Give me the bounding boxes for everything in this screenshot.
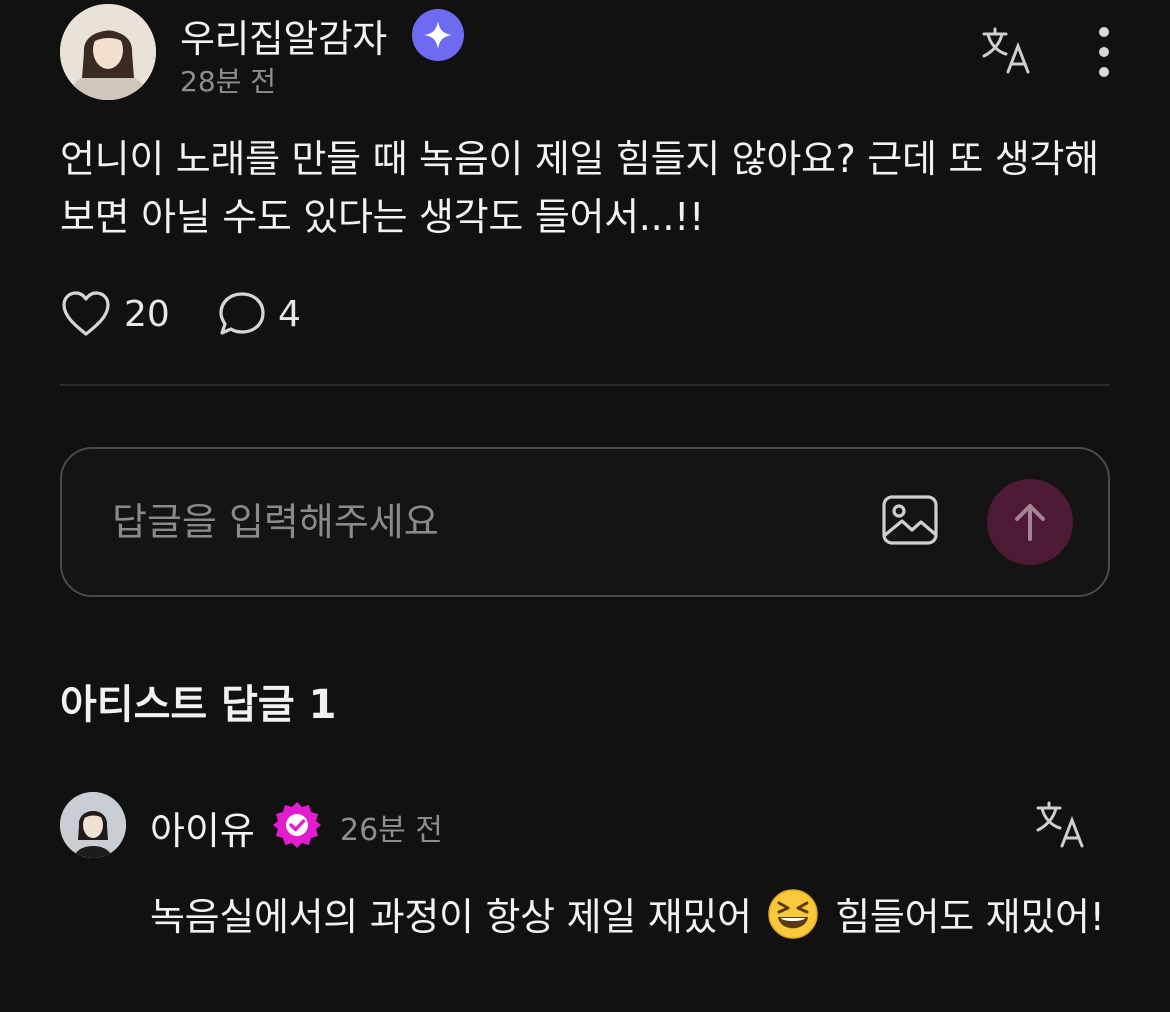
more-options-button[interactable] (1084, 22, 1124, 82)
artist-reply-timestamp: 26분 전 (340, 813, 443, 848)
author-name[interactable]: 우리집알감자 (180, 8, 387, 63)
divider (60, 384, 1110, 386)
artist-reply-text: 녹음실에서의 과정이 항상 제일 재밌어 힘들어도 재밌어! (150, 888, 1120, 946)
send-reply-button[interactable] (987, 479, 1073, 565)
sparkle-badge-icon (412, 9, 464, 61)
verified-badge-icon (272, 800, 322, 850)
post-timestamp: 28분 전 (180, 65, 277, 98)
comment-count: 4 (278, 293, 301, 335)
post-header: 우리집알감자 28분 전 (60, 2, 1120, 102)
more-vertical-icon (1099, 27, 1109, 77)
translate-button[interactable] (980, 24, 1034, 78)
like-count: 20 (124, 293, 170, 335)
reply-composer (60, 447, 1110, 597)
artist-name[interactable]: 아이유 (150, 800, 255, 855)
artist-avatar[interactable] (60, 792, 126, 858)
heart-icon (62, 291, 110, 336)
like-button[interactable]: 20 (60, 286, 170, 342)
post-actions: 20 4 (60, 286, 460, 342)
reply-input[interactable] (112, 489, 812, 555)
post-detail-page: 우리집알감자 28분 전 언니이 노래를 만들 때 녹음이 제일 힘들지 않아요… (0, 0, 1170, 1012)
arrow-up-icon (1015, 504, 1045, 541)
attach-image-button[interactable] (880, 491, 940, 551)
artist-reply-text-start: 녹음실에서의 과정이 항상 제일 재밌어 (150, 895, 752, 939)
post-body: 언니이 노래를 만들 때 녹음이 제일 힘들지 않아요? 근데 또 생각해보면 … (60, 137, 1099, 239)
grinning-squinting-face-emoji (768, 889, 819, 939)
translate-icon (982, 27, 1030, 74)
author-avatar[interactable] (60, 4, 156, 100)
translate-reply-button[interactable] (1034, 798, 1088, 852)
comment-button[interactable]: 4 (218, 286, 301, 342)
image-icon (882, 495, 938, 545)
translate-icon (1036, 801, 1084, 848)
artist-reply-text-end: 힘들어도 재밌어! (835, 895, 1105, 939)
comment-bubble-icon (219, 292, 265, 335)
artist-replies-heading: 아티스트 답글 1 (60, 682, 337, 728)
